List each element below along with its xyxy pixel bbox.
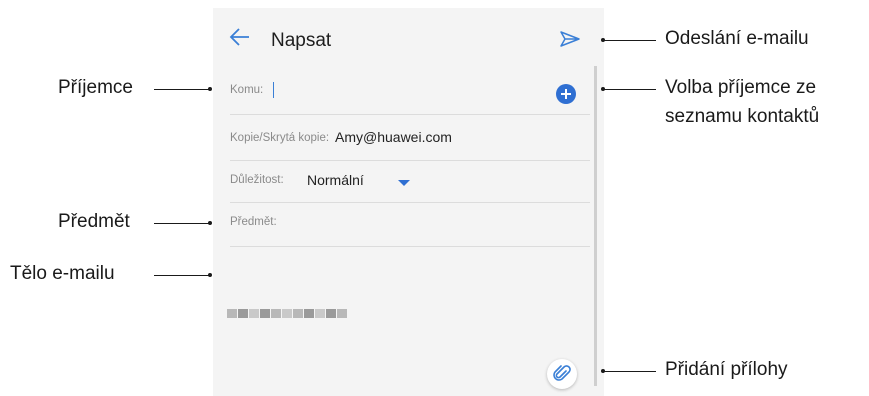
page-title: Napsat xyxy=(271,30,332,51)
callout-dot xyxy=(208,273,212,277)
cc-bcc-field[interactable]: Kopie/Skrytá kopie: Amy@huawei.com xyxy=(230,114,590,161)
callout-line xyxy=(154,89,209,90)
priority-label: Důležitost: xyxy=(230,174,284,186)
arrow-left-icon[interactable] xyxy=(229,26,251,48)
callout-send: Odeslání e-mailu xyxy=(665,28,809,49)
app-bar: Napsat xyxy=(213,8,604,64)
subject-label: Předmět: xyxy=(230,216,277,228)
callout-body: Tělo e-mailu xyxy=(10,263,115,284)
send-icon[interactable] xyxy=(559,30,581,48)
cc-recipient: Amy@huawei.com xyxy=(335,129,452,145)
chevron-down-icon[interactable] xyxy=(398,180,410,186)
subject-field[interactable]: Předmět: xyxy=(230,202,590,247)
paperclip-icon xyxy=(553,365,571,381)
callout-line xyxy=(154,275,209,276)
signature-blurred xyxy=(227,305,349,318)
scrollbar[interactable] xyxy=(594,66,597,386)
cc-bcc-label: Kopie/Skrytá kopie: xyxy=(230,132,330,144)
callout-line xyxy=(603,40,656,41)
priority-field[interactable]: Důležitost: Normální xyxy=(230,160,590,203)
callout-line xyxy=(154,223,209,224)
callout-contacts-line1: Volba příjemce ze xyxy=(665,77,817,98)
callout-contacts-line2: seznamu kontaktů xyxy=(665,106,820,127)
compose-screen: Napsat Komu: Kopie/Skrytá kopie: Amy@hua… xyxy=(213,8,604,396)
to-label: Komu: xyxy=(230,84,264,96)
to-field[interactable]: Komu: xyxy=(230,66,590,115)
plus-circle-icon[interactable] xyxy=(556,84,576,104)
callout-line xyxy=(603,371,656,372)
text-cursor xyxy=(273,82,274,98)
callout-subject: Předmět xyxy=(58,211,130,232)
callout-recipient: Příjemce xyxy=(58,77,133,98)
callout-dot xyxy=(208,221,212,225)
callout-line xyxy=(603,89,656,90)
callout-attachment: Přidání přílohy xyxy=(665,359,788,380)
priority-value[interactable]: Normální xyxy=(307,172,364,188)
attach-button[interactable] xyxy=(547,359,577,389)
callout-dot xyxy=(208,87,212,91)
